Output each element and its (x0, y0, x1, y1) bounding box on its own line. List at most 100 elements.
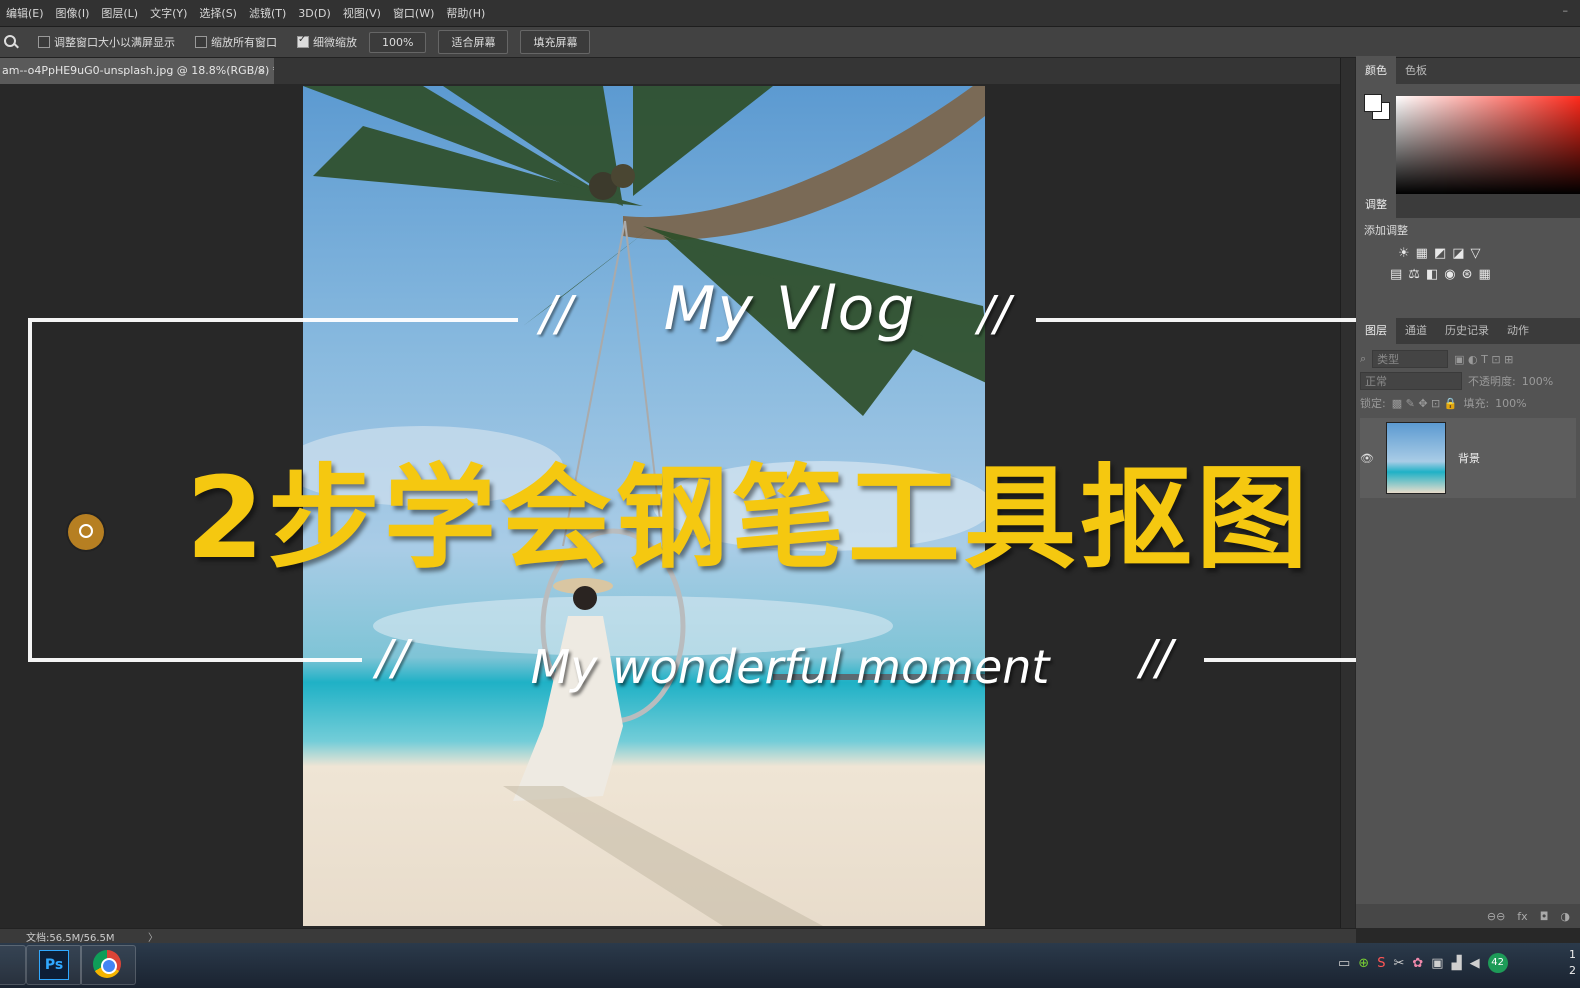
menu-edit[interactable]: 编辑(E) (0, 5, 50, 21)
layers-panel: ⌕ 类型 ▣ ◐ T ⊡ ⊞ 正常 不透明度: 100% 锁定: ▩ ✎ ✥ ⊡… (1356, 344, 1580, 502)
zoom-tool-icon[interactable] (4, 35, 18, 49)
taskbar-photoshop-button[interactable]: Ps (26, 945, 82, 985)
layers-panel-footer: ⊖⊖ fx ◘ ◑ (1356, 904, 1580, 928)
layer-filter-kind[interactable]: 类型 (1372, 350, 1449, 368)
color-panel (1356, 84, 1580, 194)
channel-mixer-icon[interactable]: ⊛ (1462, 267, 1473, 282)
scrubby-zoom-label: 细微缩放 (313, 36, 357, 49)
tray-badge[interactable]: 42 (1487, 953, 1508, 973)
subtitle-text: My wonderful moment (530, 640, 1050, 694)
fit-screen-button[interactable]: 适合屏幕 (438, 30, 509, 54)
fill-value[interactable]: 100% (1495, 397, 1526, 410)
layer-thumbnail (1386, 422, 1446, 494)
layer-name: 背景 (1458, 452, 1480, 465)
adjustment-icons-row2: ▤ ⚖ ◧ ◉ ⊛ ▦ (1390, 267, 1572, 282)
zoom-all-checkbox[interactable]: 缩放所有窗口 (195, 34, 277, 50)
doc-size: 文档:56.5M/56.5M (26, 933, 115, 944)
menu-layer[interactable]: 图层(L) (95, 5, 144, 21)
color-balance-icon[interactable]: ⚖ (1408, 267, 1420, 282)
tray-flower-icon[interactable]: ✿ (1412, 956, 1423, 971)
zoom-100-button[interactable]: 100% (369, 31, 427, 53)
resize-window-label: 调整窗口大小以满屏显示 (54, 36, 175, 49)
tab-adjustments[interactable]: 调整 (1356, 190, 1396, 218)
clock[interactable]: 1 2 (1569, 947, 1576, 979)
taskbar-explorer-button[interactable] (0, 945, 26, 985)
filter-icons[interactable]: ▣ ◐ T ⊡ ⊞ (1454, 353, 1513, 366)
add-adjustment-label: 添加调整 (1364, 224, 1408, 237)
network-icon[interactable]: ▟ (1452, 956, 1462, 971)
tray-tool-icon[interactable]: ✂ (1393, 956, 1404, 971)
add-mask-icon[interactable]: ◘ (1540, 910, 1549, 923)
scrubby-zoom-checkbox[interactable]: 细微缩放 (297, 34, 357, 50)
menu-3d[interactable]: 3D(D) (292, 7, 337, 20)
menu-view[interactable]: 视图(V) (337, 5, 387, 21)
blend-mode-select[interactable]: 正常 (1360, 372, 1462, 390)
color-lookup-icon[interactable]: ▦ (1479, 267, 1491, 282)
visibility-eye-icon[interactable]: 👁 (1360, 452, 1374, 465)
vibrance-icon[interactable]: ▽ (1471, 246, 1481, 261)
color-panel-tabs: 颜色 色板 (1356, 56, 1580, 84)
hue-saturation-icon[interactable]: ▤ (1390, 267, 1402, 282)
tab-channels[interactable]: 通道 (1396, 316, 1436, 344)
layer-style-icon[interactable]: fx (1517, 910, 1527, 923)
tray-add-icon[interactable]: ⊕ (1358, 956, 1369, 971)
levels-icon[interactable]: ▦ (1416, 246, 1428, 261)
status-bar: 文档:56.5M/56.5M 〉 (0, 928, 1356, 944)
chrome-icon (93, 950, 121, 978)
adjustment-icons-row1: ☀ ▦ ◩ ◪ ▽ (1398, 246, 1572, 261)
tab-strip (272, 58, 1340, 84)
vlog-title-text: My Vlog (663, 274, 917, 344)
clock-line2: 2 (1569, 964, 1576, 977)
curves-icon[interactable]: ◩ (1434, 246, 1446, 261)
photoshop-icon: Ps (39, 950, 69, 980)
close-icon[interactable]: × (257, 58, 266, 84)
adjustments-panel: 添加调整 ☀ ▦ ◩ ◪ ▽ ▤ ⚖ ◧ ◉ ⊛ ▦ (1356, 218, 1580, 318)
foreground-color-swatch[interactable] (1364, 94, 1382, 112)
tab-history[interactable]: 历史记录 (1436, 316, 1498, 344)
menu-window[interactable]: 窗口(W) (387, 5, 440, 21)
black-white-icon[interactable]: ◧ (1426, 267, 1438, 282)
tab-swatches[interactable]: 色板 (1396, 56, 1436, 84)
menu-type[interactable]: 文字(Y) (144, 5, 193, 21)
document-tab[interactable]: am--o4PpHE9uG0-unsplash.jpg @ 18.8%(RGB/… (0, 58, 274, 84)
lock-icons[interactable]: ▩ ✎ ✥ ⊡ 🔒 (1392, 397, 1458, 410)
photo-filter-icon[interactable]: ◉ (1444, 267, 1455, 282)
fill-screen-button[interactable]: 填充屏幕 (520, 30, 591, 54)
link-layers-icon[interactable]: ⊖⊖ (1487, 910, 1505, 923)
opacity-label: 不透明度: (1468, 375, 1516, 388)
minimize-icon[interactable]: – (1557, 4, 1575, 17)
blend-row: 正常 不透明度: 100% (1360, 370, 1576, 392)
exposure-icon[interactable]: ◪ (1452, 246, 1464, 261)
status-menu-arrow[interactable]: 〉 (148, 929, 158, 944)
taskbar: Ps ▭ ⊕ S ✂ ✿ ▣ ▟ ◀ 42 1 2 (0, 943, 1580, 988)
tab-actions[interactable]: 动作 (1498, 316, 1538, 344)
menu-help[interactable]: 帮助(H) (440, 5, 491, 21)
taskbar-chrome-button[interactable] (80, 945, 136, 985)
volume-icon[interactable]: ◀ (1470, 956, 1480, 971)
opacity-value[interactable]: 100% (1522, 375, 1553, 388)
lock-row: 锁定: ▩ ✎ ✥ ⊡ 🔒 填充: 100% (1360, 392, 1576, 414)
zoom-cursor-icon (68, 514, 104, 550)
tab-color[interactable]: 颜色 (1356, 56, 1396, 84)
zoom-all-label: 缩放所有窗口 (211, 36, 277, 49)
options-bar: 调整窗口大小以满屏显示 缩放所有窗口 细微缩放 100% 适合屏幕 填充屏幕 (0, 27, 1580, 58)
menu-filter[interactable]: 滤镜(T) (243, 5, 292, 21)
headline: 2步学会钢笔工具抠图 (186, 454, 1312, 584)
menu-select[interactable]: 选择(S) (193, 5, 243, 21)
tray-sogou-icon[interactable]: S (1377, 956, 1385, 971)
layer-row-background[interactable]: 👁 背景 (1360, 418, 1576, 498)
vlog-title: My Vlog (0, 274, 1580, 344)
system-tray: ▭ ⊕ S ✂ ✿ ▣ ▟ ◀ 42 (1338, 953, 1508, 973)
resize-window-checkbox[interactable]: 调整窗口大小以满屏显示 (38, 34, 175, 50)
tray-folder-icon[interactable]: ▭ (1338, 956, 1350, 971)
tab-layers[interactable]: 图层 (1356, 316, 1396, 344)
fill-label: 填充: (1463, 397, 1490, 410)
layer-filter-row: ⌕ 类型 ▣ ◐ T ⊡ ⊞ (1360, 348, 1576, 370)
tray-display-icon[interactable]: ▣ (1431, 956, 1443, 971)
layers-panel-tabs: 图层 通道 历史记录 动作 (1356, 316, 1580, 344)
document-tab-title: am--o4PpHE9uG0-unsplash.jpg @ 18.8%(RGB/… (2, 64, 274, 77)
menu-image[interactable]: 图像(I) (50, 5, 96, 21)
brightness-icon[interactable]: ☀ (1398, 246, 1410, 261)
color-spectrum[interactable] (1396, 96, 1580, 194)
new-adjustment-icon[interactable]: ◑ (1560, 910, 1570, 923)
